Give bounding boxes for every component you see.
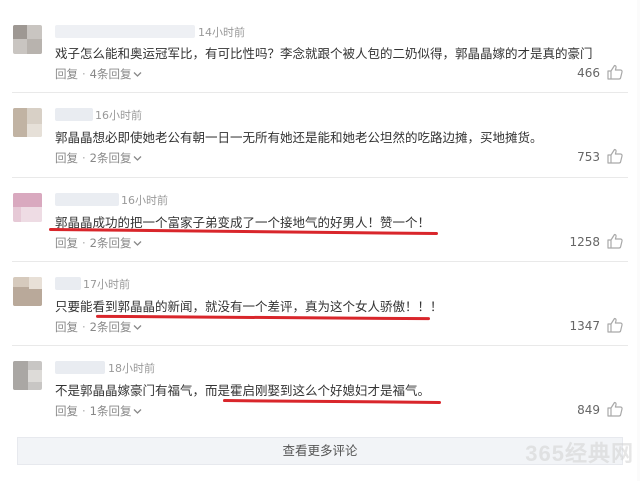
username-blurred[interactable]: [55, 361, 105, 374]
chevron-down-icon: [134, 156, 142, 161]
reply-link[interactable]: 回复: [55, 320, 78, 334]
view-replies-link[interactable]: 2条回复: [90, 320, 143, 334]
thumbs-up-icon[interactable]: [606, 317, 624, 333]
chevron-down-icon: [134, 325, 142, 330]
reply-link[interactable]: 回复: [55, 67, 78, 81]
comment-time: 16小时前: [95, 109, 142, 122]
comment-time: 17小时前: [83, 278, 130, 291]
reply-link[interactable]: 回复: [55, 236, 78, 250]
site-watermark: 365经典网: [525, 441, 634, 466]
replies-count: 2条回复: [89, 236, 132, 250]
replies-count: 2条回复: [89, 320, 132, 334]
comment-text: 郭晶晶想必即使她老公有朝一日一无所有她还是能和她老公坦然的吃路边摊，买地摊货。: [55, 130, 543, 145]
like-count: 1347: [569, 319, 600, 333]
comment-actions: 回复 · 2条回复: [55, 235, 142, 251]
thumbs-up-icon[interactable]: [606, 401, 624, 417]
replies-count: 4条回复: [89, 67, 132, 81]
comment-item: 16小时前 郭晶晶成功的把一个富家子弟变成了一个接地气的好男人！赞一个！ 回复 ·…: [0, 178, 640, 258]
comment-time: 16小时前: [121, 194, 168, 207]
comment-item: 18小时前 不是郭晶晶嫁豪门有福气，而是霍启刚娶到这么个好媳妇才是福气。 回复 ·…: [0, 346, 640, 426]
username-blurred[interactable]: [55, 108, 93, 121]
highlight-underline: [222, 399, 442, 404]
thumbs-up-icon[interactable]: [606, 233, 624, 249]
comment-actions: 回复 · 2条回复: [55, 150, 142, 166]
comment-item: 17小时前 只要能看到郭晶晶的新闻，就没有一个差评，真为这个女人骄傲！！！ 回复…: [0, 262, 640, 342]
view-replies-link[interactable]: 1条回复: [90, 404, 143, 418]
like-count: 466: [577, 66, 600, 80]
avatar[interactable]: [13, 277, 42, 306]
avatar[interactable]: [13, 361, 42, 390]
like-count: 753: [577, 150, 600, 164]
comment-time: 18小时前: [108, 362, 155, 375]
replies-count: 1条回复: [89, 404, 132, 418]
comment-text: 戏子怎么能和奥运冠军比，有可比性吗？李念就跟个被人包的二奶似得，郭晶晶嫁的才是真…: [55, 46, 593, 61]
view-replies-link[interactable]: 4条回复: [90, 67, 143, 81]
avatar[interactable]: [13, 193, 42, 222]
avatar[interactable]: [13, 25, 42, 54]
view-replies-link[interactable]: 2条回复: [90, 151, 143, 165]
comment-item: 14小时前 戏子怎么能和奥运冠军比，有可比性吗？李念就跟个被人包的二奶似得，郭晶…: [0, 10, 640, 90]
comment-item: 16小时前 郭晶晶想必即使她老公有朝一日一无所有她还是能和她老公坦然的吃路边摊，…: [0, 93, 640, 173]
username-blurred[interactable]: [55, 25, 195, 38]
like-count: 849: [577, 403, 600, 417]
chevron-down-icon: [134, 72, 142, 77]
comment-time: 14小时前: [198, 26, 245, 39]
comment-actions: 回复 · 2条回复: [55, 319, 142, 335]
username-blurred[interactable]: [55, 277, 81, 290]
comment-text: 只要能看到郭晶晶的新闻，就没有一个差评，真为这个女人骄傲！！！: [55, 299, 443, 314]
comment-actions: 回复 · 1条回复: [55, 403, 142, 419]
username-blurred[interactable]: [55, 193, 119, 206]
chevron-down-icon: [134, 241, 142, 246]
avatar[interactable]: [13, 108, 42, 137]
reply-link[interactable]: 回复: [55, 404, 78, 418]
comment-actions: 回复 · 4条回复: [55, 66, 142, 82]
view-replies-link[interactable]: 2条回复: [90, 236, 143, 250]
like-count: 1258: [569, 235, 600, 249]
comment-text: 不是郭晶晶嫁豪门有福气，而是霍启刚娶到这么个好媳妇才是福气。: [55, 383, 431, 398]
chevron-down-icon: [134, 409, 142, 414]
replies-count: 2条回复: [89, 151, 132, 165]
thumbs-up-icon[interactable]: [606, 148, 624, 164]
reply-link[interactable]: 回复: [55, 151, 78, 165]
highlight-underline: [95, 314, 431, 321]
thumbs-up-icon[interactable]: [606, 64, 624, 80]
